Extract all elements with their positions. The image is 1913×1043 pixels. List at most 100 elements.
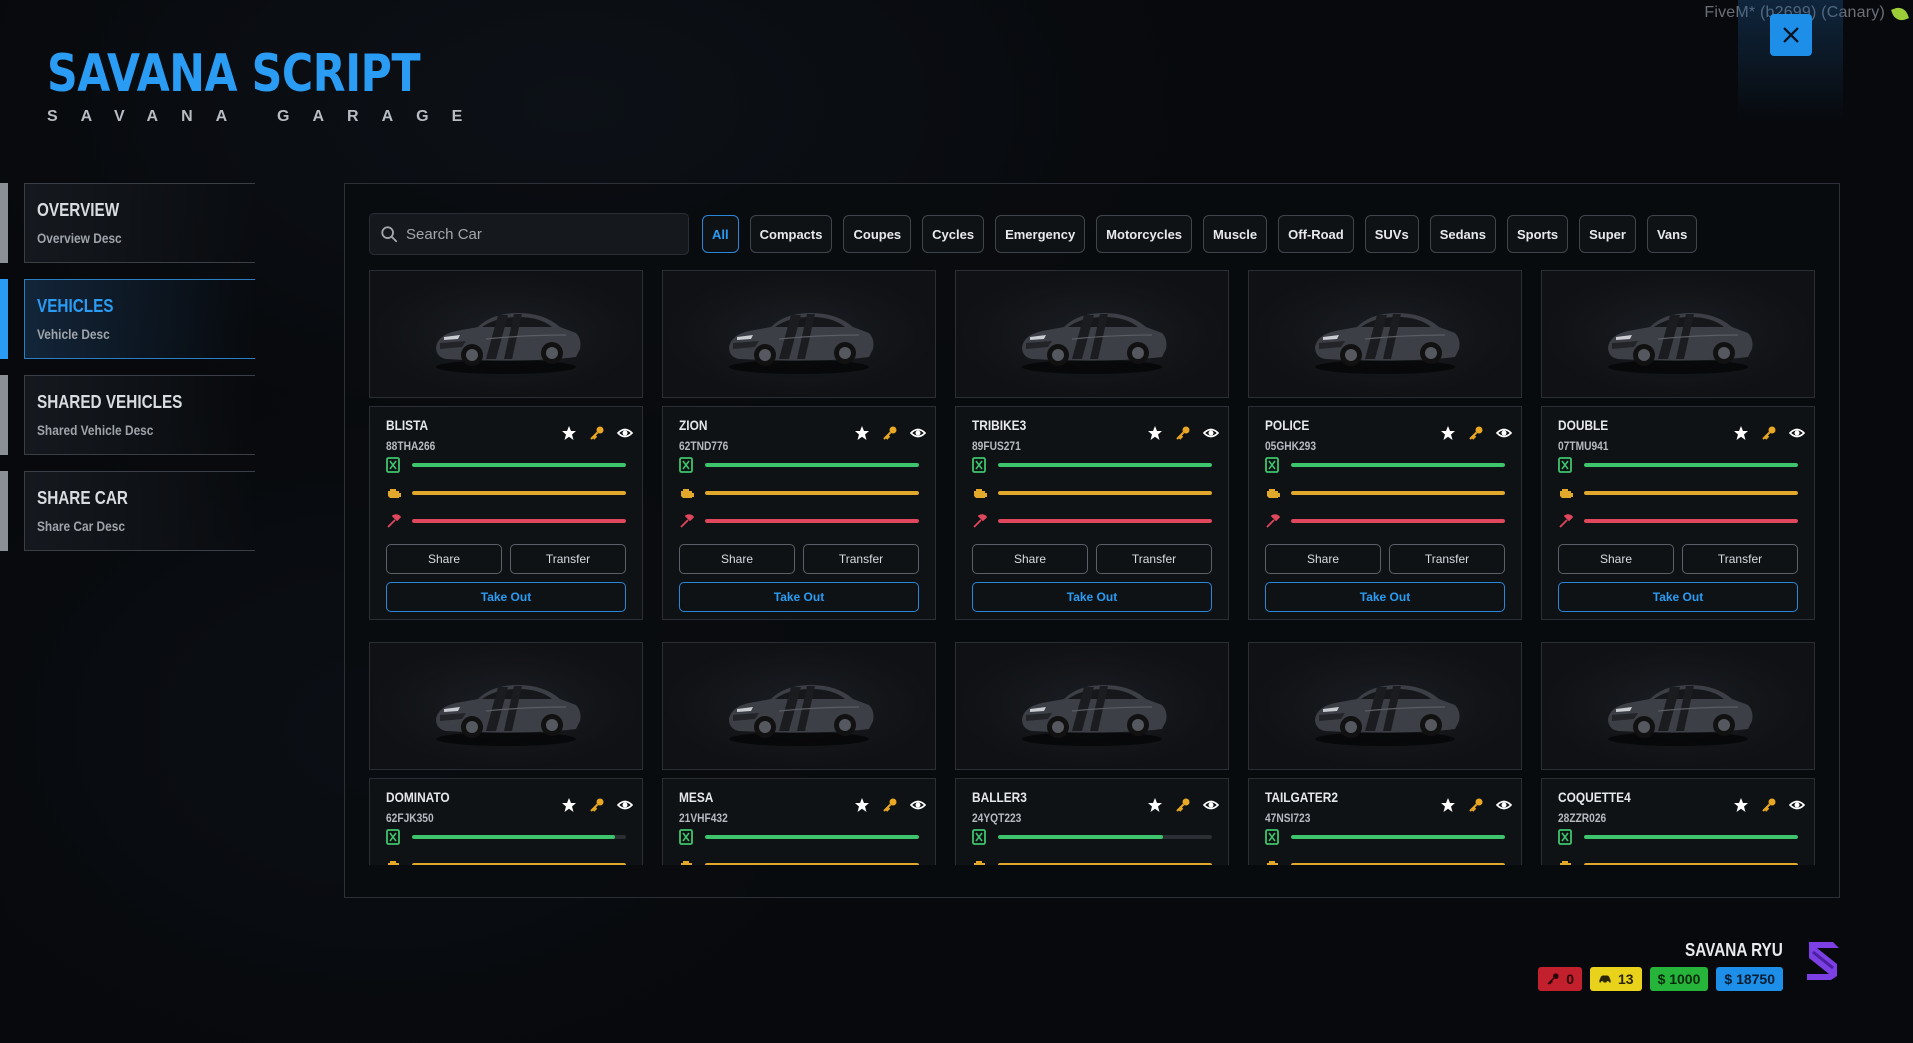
vehicle-actions xyxy=(1439,425,1513,441)
keys-button[interactable] xyxy=(1174,797,1192,813)
favorite-button[interactable] xyxy=(1439,425,1457,441)
view-button[interactable] xyxy=(1202,425,1220,441)
filter-chip-vans[interactable]: Vans xyxy=(1646,215,1698,253)
eye-icon xyxy=(1496,800,1512,810)
engine-bar xyxy=(1584,863,1798,865)
filter-chip-suvs[interactable]: SUVs xyxy=(1364,215,1419,253)
search-input[interactable] xyxy=(406,225,666,243)
view-button[interactable] xyxy=(1788,797,1806,813)
favorite-button[interactable] xyxy=(1439,797,1457,813)
view-button[interactable] xyxy=(1788,425,1806,441)
take-out-button[interactable]: Take Out xyxy=(1265,582,1505,612)
sidebar-item-vehicles[interactable]: VEHICLES Vehicle Desc xyxy=(0,279,255,359)
favorite-button[interactable] xyxy=(560,425,578,441)
favorite-button[interactable] xyxy=(853,425,871,441)
vehicle-image-frame xyxy=(1248,270,1522,398)
bank-badge: $ 18750 xyxy=(1716,967,1783,991)
body-bar xyxy=(998,519,1212,523)
close-button[interactable] xyxy=(1770,14,1812,56)
take-out-button[interactable]: Take Out xyxy=(1558,582,1798,612)
sidebar-item-share-car[interactable]: SHARE CAR Share Car Desc xyxy=(0,471,255,551)
vehicle-info: DOMINATO 62FJK350 Share Transfer xyxy=(369,778,643,865)
engine-stat xyxy=(1265,851,1513,865)
key-icon xyxy=(1176,798,1190,812)
filter-chip-emergency[interactable]: Emergency xyxy=(995,215,1086,253)
sidebar-item-title: SHARED VEHICLES xyxy=(37,392,183,412)
view-button[interactable] xyxy=(616,797,634,813)
filter-chip-super[interactable]: Super xyxy=(1579,215,1636,253)
favorite-button[interactable] xyxy=(1732,425,1750,441)
view-button[interactable] xyxy=(1495,797,1513,813)
fuel-icon xyxy=(1558,457,1572,473)
share-button[interactable]: Share xyxy=(972,544,1088,574)
eye-icon xyxy=(617,800,633,810)
fuel-bar xyxy=(1291,835,1505,839)
keys-button[interactable] xyxy=(881,425,899,441)
take-out-button[interactable]: Take Out xyxy=(386,582,626,612)
vehicle-actions xyxy=(1732,797,1806,813)
filter-chip-sports[interactable]: Sports xyxy=(1506,215,1569,253)
filter-chip-sedans[interactable]: Sedans xyxy=(1429,215,1496,253)
keys-button[interactable] xyxy=(588,797,606,813)
view-button[interactable] xyxy=(909,797,927,813)
vehicle-grid-viewport[interactable]: BLISTA 88THA266 Share Transfer Take Out … xyxy=(369,270,1819,865)
keys-button[interactable] xyxy=(1760,797,1778,813)
keys-button[interactable] xyxy=(1174,425,1192,441)
body-stat xyxy=(1265,507,1513,535)
favorite-button[interactable] xyxy=(1146,425,1164,441)
view-button[interactable] xyxy=(1202,797,1220,813)
view-button[interactable] xyxy=(1495,425,1513,441)
filter-chip-motorcycles[interactable]: Motorcycles xyxy=(1096,215,1193,253)
engine-stat xyxy=(1265,479,1513,507)
keys-button[interactable] xyxy=(1467,797,1485,813)
favorite-button[interactable] xyxy=(1732,797,1750,813)
car-image xyxy=(436,685,581,746)
favorite-button[interactable] xyxy=(853,797,871,813)
keys-button[interactable] xyxy=(588,425,606,441)
favorite-button[interactable] xyxy=(1146,797,1164,813)
filter-chip-cycles[interactable]: Cycles xyxy=(922,215,985,253)
filter-chip-muscle[interactable]: Muscle xyxy=(1203,215,1268,253)
transfer-button[interactable]: Transfer xyxy=(1389,544,1505,574)
search-box[interactable] xyxy=(369,213,689,255)
vehicle-info: POLICE 05GHK293 Share Transfer Take Out xyxy=(1248,406,1522,620)
view-button[interactable] xyxy=(616,425,634,441)
car-image xyxy=(1022,685,1167,746)
engine-bar xyxy=(705,863,919,865)
close-icon xyxy=(1783,27,1799,43)
favorite-button[interactable] xyxy=(560,797,578,813)
transfer-button[interactable]: Transfer xyxy=(510,544,626,574)
vehicle-card: DOMINATO 62FJK350 Share Transfer xyxy=(369,642,643,865)
view-button[interactable] xyxy=(909,425,927,441)
filter-chip-compacts[interactable]: Compacts xyxy=(749,215,833,253)
bank-amount: $ 18750 xyxy=(1724,971,1775,987)
engine-bar-fill xyxy=(412,863,626,865)
share-button[interactable]: Share xyxy=(386,544,502,574)
keys-button[interactable] xyxy=(881,797,899,813)
fuel-bar xyxy=(1584,463,1798,467)
leaf-icon xyxy=(1891,5,1909,23)
sidebar-item-overview[interactable]: OVERVIEW Overview Desc xyxy=(0,183,255,263)
filter-chip-all[interactable]: All xyxy=(702,215,739,253)
brand-subtitle: SAVANA GARAGE xyxy=(47,108,486,125)
engine-stat xyxy=(972,851,1220,865)
vehicle-actions xyxy=(1146,797,1220,813)
share-button[interactable]: Share xyxy=(1265,544,1381,574)
share-button[interactable]: Share xyxy=(1558,544,1674,574)
share-button[interactable]: Share xyxy=(679,544,795,574)
keys-button[interactable] xyxy=(1760,425,1778,441)
keys-button[interactable] xyxy=(1467,425,1485,441)
take-out-button[interactable]: Take Out xyxy=(679,582,919,612)
sidebar-item-box: SHARE CAR Share Car Desc xyxy=(24,471,255,551)
transfer-button[interactable]: Transfer xyxy=(1682,544,1798,574)
transfer-button[interactable]: Transfer xyxy=(803,544,919,574)
transfer-button[interactable]: Transfer xyxy=(1096,544,1212,574)
car-image xyxy=(436,313,581,374)
filter-chip-coupes[interactable]: Coupes xyxy=(843,215,912,253)
fuel-bar-fill xyxy=(1584,835,1798,839)
take-out-button[interactable]: Take Out xyxy=(972,582,1212,612)
sidebar-item-shared-vehicles[interactable]: SHARED VEHICLES Shared Vehicle Desc xyxy=(0,375,255,455)
filter-chip-off-road[interactable]: Off-Road xyxy=(1278,215,1354,253)
savana-logo xyxy=(1807,942,1839,980)
body-bar xyxy=(705,519,919,523)
